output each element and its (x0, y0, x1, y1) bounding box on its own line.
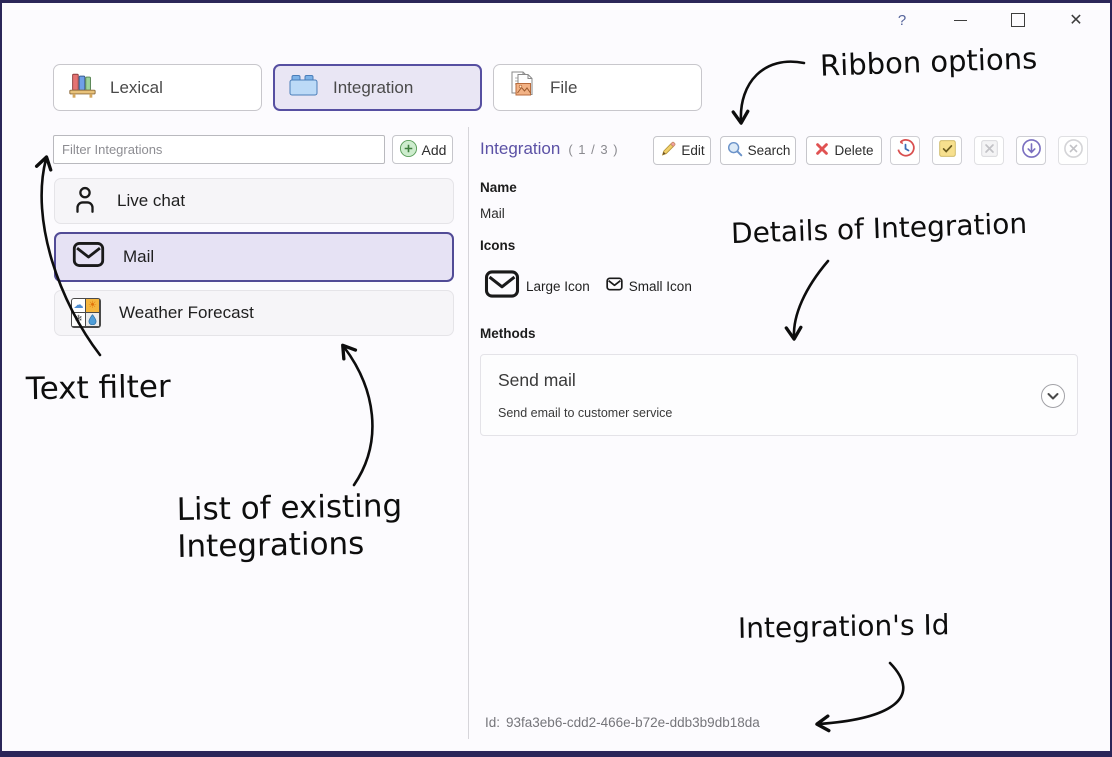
brick-icon (288, 72, 320, 103)
detail-title: Integration (480, 139, 560, 158)
search-icon (726, 140, 744, 161)
minimize-icon[interactable] (942, 7, 978, 33)
annotation-list-line1: List of existing (176, 488, 402, 529)
add-button[interactable]: Add (392, 135, 453, 164)
weather-grid-icon: ☁ ☀ ❄ (71, 298, 101, 328)
chevron-down-icon (1040, 396, 1066, 413)
small-envelope-icon (606, 277, 623, 296)
list-item-label: Mail (123, 247, 154, 267)
tab-integration[interactable]: Integration (273, 64, 482, 111)
checkbox-checked-icon (938, 139, 957, 163)
edit-button[interactable]: Edit (653, 136, 711, 165)
name-field-value: Mail (480, 206, 505, 221)
tab-file[interactable]: File (493, 64, 702, 111)
file-image-icon (507, 70, 537, 105)
history-icon (895, 138, 916, 164)
icons-row: Large Icon Small Icon (484, 269, 692, 304)
large-icon-label: Large Icon (526, 279, 590, 294)
list-item-weather-forecast[interactable]: ☁ ☀ ❄ Weather Forecast (54, 290, 454, 336)
snowflake-icon: ❄ (72, 313, 85, 326)
expand-method-button[interactable] (1040, 383, 1066, 414)
list-item-label: Live chat (117, 191, 185, 211)
annotation-list-of-integrations: List of existing Integrations (176, 488, 403, 565)
add-button-label: Add (422, 142, 447, 158)
list-item-mail[interactable]: Mail (54, 232, 454, 282)
method-title: Send mail (498, 370, 576, 391)
annotation-details-of-integration: Details of Integration (731, 209, 1028, 250)
icons-field-label: Icons (480, 238, 515, 253)
detail-counter: ( 1 / 3 ) (568, 142, 618, 157)
methods-field-label: Methods (480, 326, 536, 341)
envelope-icon (72, 241, 105, 273)
close-icon[interactable]: ✕ (1058, 7, 1094, 33)
titlebar-buttons: ? ✕ (884, 7, 1094, 33)
annotation-text-filter: Text filter (26, 370, 171, 407)
maximize-icon[interactable] (1000, 7, 1036, 33)
delete-button[interactable]: Delete (806, 136, 882, 165)
method-card-send-mail[interactable]: Send mail Send email to customer service (480, 354, 1078, 436)
annotation-integration-id: Integration's Id (738, 610, 950, 644)
detail-panel-header: Integration ( 1 / 3 ) (480, 139, 619, 159)
plus-circle-icon (399, 139, 418, 161)
ribbon-tabs: Lexical Integration (53, 64, 702, 111)
tab-label: Integration (333, 78, 413, 98)
id-label: Id: (485, 715, 500, 730)
arrow-list-of-integrations (344, 347, 372, 485)
history-button[interactable] (890, 136, 920, 165)
cancel-circle-button (1058, 136, 1088, 165)
annotation-list-line2: Integrations (177, 525, 403, 566)
cloud-icon: ☁ (72, 299, 85, 312)
edit-button-label: Edit (681, 143, 704, 158)
search-button-label: Search (748, 143, 791, 158)
delete-x-icon (814, 141, 830, 160)
sun-icon: ☀ (86, 299, 99, 312)
cross-box-button (974, 136, 1004, 165)
minimize-line (954, 20, 967, 21)
download-circle-icon (1021, 138, 1042, 164)
search-button[interactable]: Search (720, 136, 796, 165)
app-window: ? ✕ Lexical (0, 0, 1112, 757)
download-button[interactable] (1016, 136, 1046, 165)
person-icon (71, 184, 99, 219)
maximize-box (1011, 13, 1025, 27)
tab-label: File (550, 78, 577, 98)
cancel-circle-icon (1063, 138, 1084, 164)
large-envelope-icon (484, 269, 520, 304)
arrow-integration-id (819, 663, 903, 724)
id-value: 93fa3eb6-cdd2-466e-b72e-ddb3b9db18da (506, 715, 760, 730)
tab-label: Lexical (110, 78, 163, 98)
list-item-label: Weather Forecast (119, 303, 254, 323)
help-icon[interactable]: ? (884, 7, 920, 33)
arrow-ribbon-options (741, 62, 804, 121)
checkbox-button[interactable] (932, 136, 962, 165)
small-icon-label: Small Icon (629, 279, 692, 294)
filter-integrations-input[interactable] (53, 135, 385, 164)
pencil-icon (659, 140, 677, 161)
tab-lexical[interactable]: Lexical (53, 64, 262, 111)
cross-box-icon (980, 139, 999, 163)
arrow-details-of-integration (794, 261, 828, 337)
annotation-ribbon-options: Ribbon options (820, 43, 1038, 82)
integration-id-row: Id: 93fa3eb6-cdd2-466e-b72e-ddb3b9db18da (485, 715, 760, 730)
name-field-label: Name (480, 180, 517, 195)
bookshelf-icon (67, 71, 97, 105)
integration-list: Live chat Mail ☁ ☀ ❄ Weather Forecast (54, 178, 454, 336)
method-description: Send email to customer service (498, 406, 672, 420)
delete-button-label: Delete (834, 143, 873, 158)
panel-divider (468, 127, 469, 739)
list-item-live-chat[interactable]: Live chat (54, 178, 454, 224)
raindrop-icon (86, 313, 99, 326)
